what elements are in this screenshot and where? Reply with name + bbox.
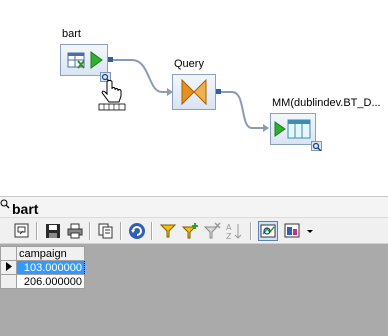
options-icon	[14, 223, 29, 238]
view-options-dropdown[interactable]	[304, 221, 316, 241]
cell-campaign[interactable]: 103.000000	[16, 260, 85, 275]
panel-title-bar: bart	[0, 196, 388, 218]
save-icon	[46, 224, 60, 238]
source-table-icon	[67, 51, 103, 69]
filter-button[interactable]	[158, 221, 178, 241]
refresh-button[interactable]	[127, 221, 147, 241]
target-node[interactable]	[270, 113, 316, 145]
row-header[interactable]	[0, 274, 17, 289]
data-view-toolbar: AZ	[0, 218, 388, 244]
toolbar-separator	[89, 222, 91, 240]
source-node-label: bart	[62, 28, 81, 40]
triangle-right-icon	[5, 261, 12, 271]
cell-campaign[interactable]: 206.000000	[16, 274, 85, 289]
print-icon	[67, 223, 83, 239]
data-flow-canvas[interactable]: bart Query MM(dublindev.BT_D...	[0, 0, 388, 196]
view-options-icon	[284, 223, 300, 238]
toolbar-grip	[0, 221, 6, 241]
magnifier-icon	[0, 199, 10, 209]
chevron-down-icon	[307, 230, 313, 233]
show-profile-button[interactable]	[258, 221, 278, 241]
column-header-campaign[interactable]: campaign	[16, 246, 85, 261]
toolbar-separator	[151, 222, 153, 240]
svg-text:Z: Z	[226, 232, 232, 241]
data-view-panel: bart AZ campaign 103.000000 206.000000	[0, 196, 388, 336]
remove-filter-button[interactable]	[202, 221, 222, 241]
save-button[interactable]	[43, 221, 63, 241]
print-button[interactable]	[65, 221, 85, 241]
query-output-port[interactable]	[216, 89, 221, 94]
table-row[interactable]: 206.000000	[0, 274, 85, 289]
options-button[interactable]	[12, 221, 32, 241]
view-options-button[interactable]	[282, 221, 302, 241]
remove-filter-icon	[203, 222, 221, 239]
sort-button[interactable]: AZ	[224, 221, 244, 241]
add-filter-icon	[181, 223, 198, 239]
hand-cursor-icon	[98, 80, 126, 111]
copy-icon	[98, 223, 113, 239]
copy-button[interactable]	[96, 221, 116, 241]
table-row[interactable]: 103.000000	[0, 260, 85, 275]
target-view-data-magnifier-icon[interactable]	[311, 141, 322, 152]
row-header-corner[interactable]	[0, 246, 17, 261]
target-node-label: MM(dublindev.BT_D...	[272, 97, 381, 109]
filter-icon	[159, 224, 177, 238]
data-grid-area[interactable]: campaign 103.000000 206.000000	[0, 244, 388, 336]
svg-text:A: A	[226, 223, 232, 232]
toolbar-separator	[120, 222, 122, 240]
query-transform-icon	[181, 78, 207, 106]
current-row-indicator[interactable]	[0, 260, 17, 275]
grid-header-row: campaign	[0, 246, 85, 261]
add-filter-button[interactable]	[180, 221, 200, 241]
refresh-icon	[129, 223, 145, 239]
data-grid: campaign 103.000000 206.000000	[0, 246, 85, 289]
toolbar-separator	[36, 222, 38, 240]
show-profile-icon	[260, 224, 276, 238]
toolbar-separator	[250, 222, 252, 240]
target-table-icon	[274, 119, 311, 139]
query-node[interactable]	[172, 74, 216, 110]
sort-icon: AZ	[226, 223, 242, 241]
query-node-label: Query	[174, 58, 204, 70]
source-output-port[interactable]	[108, 57, 113, 62]
panel-title: bart	[12, 201, 39, 217]
